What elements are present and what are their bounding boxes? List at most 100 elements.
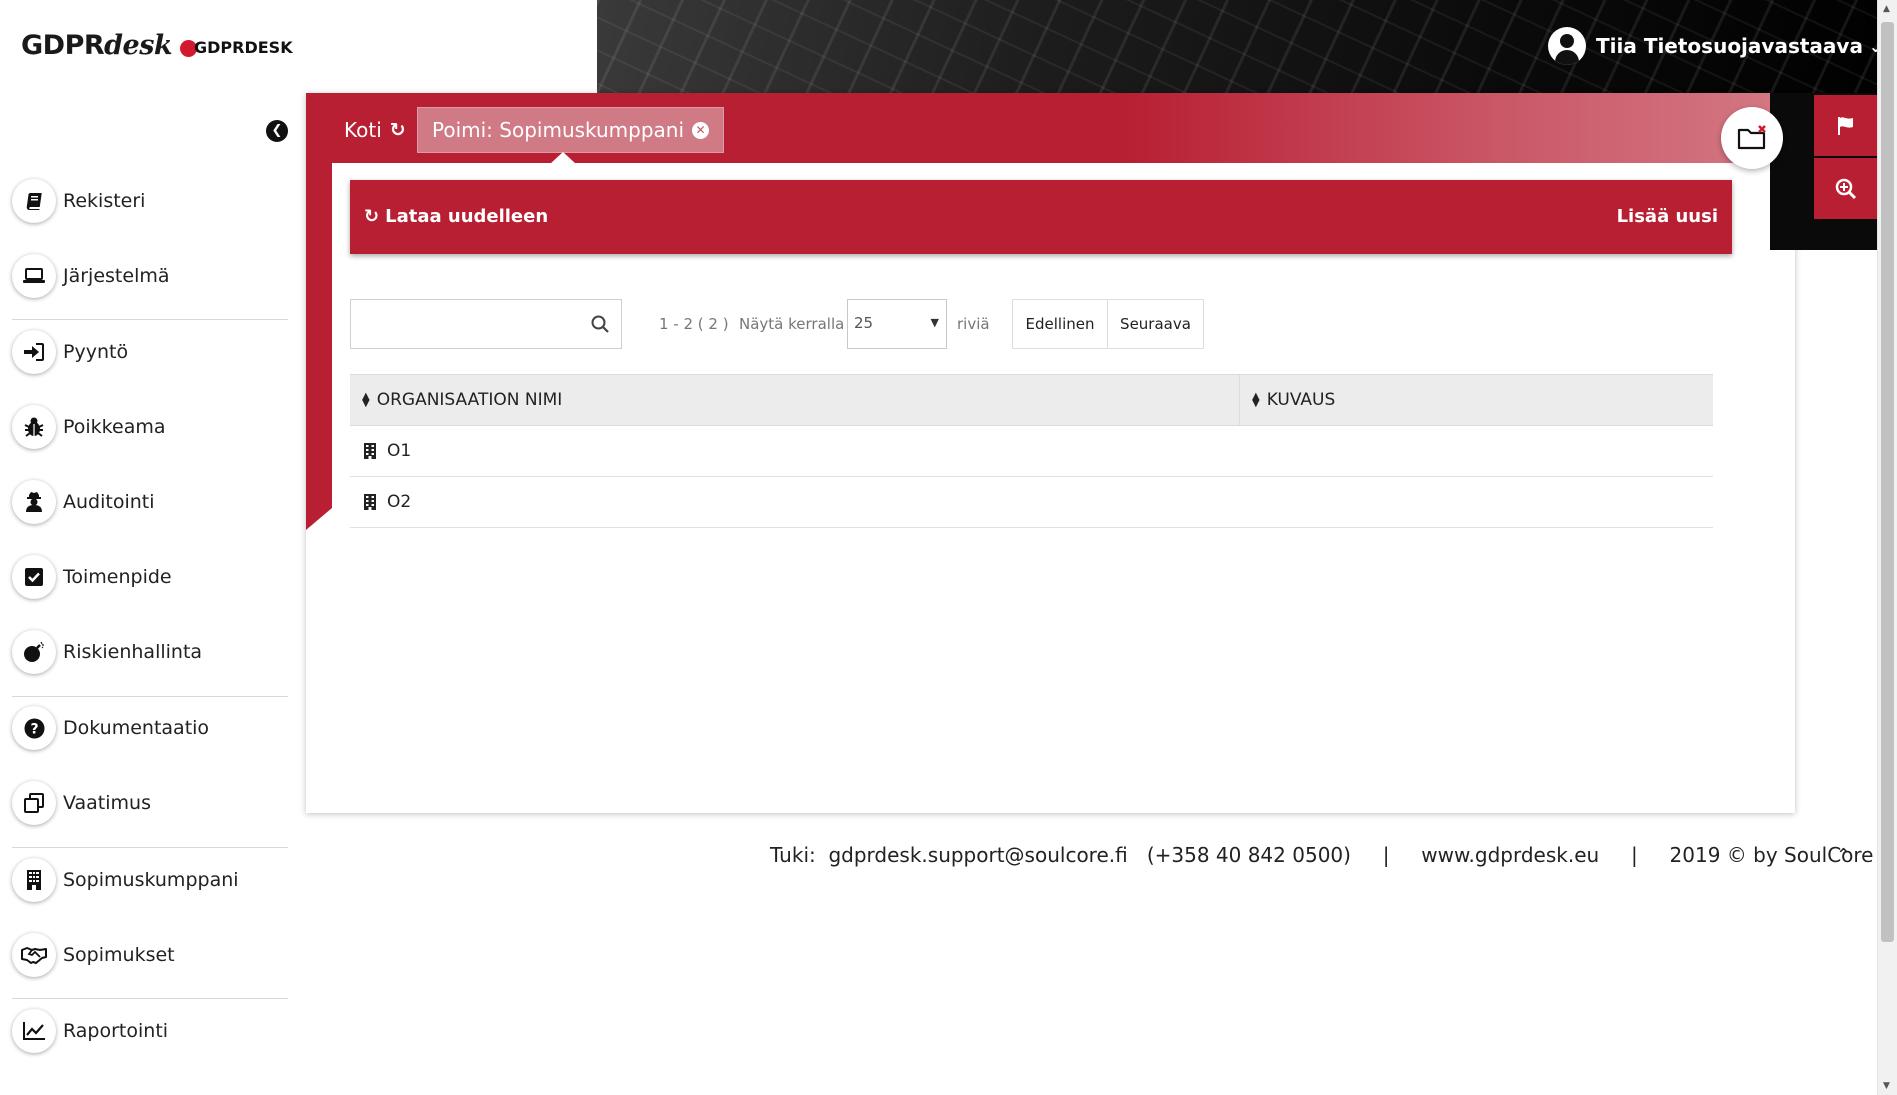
nav-divider [12, 696, 288, 697]
previous-page-button[interactable]: Edellinen [1012, 299, 1108, 349]
sort-icon: ▲ ▼ [362, 391, 370, 409]
sidebar-item-auditointi[interactable]: Auditointi [12, 477, 155, 527]
sidebar-item-pyynto[interactable]: Pyyntö [12, 327, 128, 377]
sidebar-item-label: Sopimuskumppani [63, 869, 239, 891]
rows-unit-label: riviä [957, 315, 990, 333]
check-square-icon [12, 555, 56, 599]
search-box [350, 299, 622, 349]
chevron-left-circle-icon[interactable]: ❮ [266, 120, 288, 142]
scrollbar-thumb[interactable] [1881, 22, 1894, 942]
refresh-icon[interactable]: ↻ [390, 119, 406, 141]
footer-support-phone: (+358 40 842 0500) [1146, 843, 1351, 867]
sidebar-item-label: Sopimukset [63, 944, 175, 966]
folder-icon [1737, 125, 1766, 150]
book-icon [12, 179, 56, 223]
sidebar-item-dokumentaatio[interactable]: ? Dokumentaatio [12, 703, 209, 753]
sidebar-item-rekisteri[interactable]: Rekisteri [12, 176, 145, 226]
column-header-description[interactable]: ▲ ▼ KUVAUS [1252, 375, 1335, 425]
footer-support-email[interactable]: gdprdesk.support@soulcore.fi [828, 843, 1127, 867]
result-range: 1 - 2 ( 2 ) [659, 315, 729, 333]
building-icon [364, 494, 376, 510]
sidebar-item-jarjestelma[interactable]: Järjestelmä [12, 251, 170, 301]
sidebar-item-label: Dokumentaatio [63, 717, 210, 739]
organisation-name-cell: O1 [387, 441, 412, 461]
rows-per-page-select[interactable]: 25 ▼ [847, 299, 947, 349]
user-secret-icon [12, 480, 56, 524]
column-header-label: KUVAUS [1266, 390, 1336, 410]
user-name: Tiia Tietosuojavastaava [1596, 34, 1863, 58]
sidebar-item-poikkeama[interactable]: Poikkeama [12, 402, 166, 452]
sidebar-item-sopimukset[interactable]: Sopimukset [12, 930, 175, 980]
zoom-button[interactable] [1814, 158, 1877, 219]
rows-per-page-label: Näytä kerralla [739, 315, 845, 333]
sidebar-item-riskienhallinta[interactable]: Riskienhallinta [12, 627, 202, 677]
breadcrumb-active-tab[interactable]: Poimi: Sopimuskumppani ✕ [417, 107, 725, 153]
sidebar-item-toimenpide[interactable]: Toimenpide [12, 552, 172, 602]
scroll-to-top-icon[interactable]: ⌃ [1836, 845, 1851, 866]
sidebar-item-sopimuskumppani[interactable]: Sopimuskumppani [12, 855, 239, 905]
reload-label: Lataa uudelleen [385, 206, 549, 227]
breadcrumb-caret [550, 152, 576, 164]
handshake-icon [12, 933, 56, 977]
sidebar-item-label: Pyyntö [63, 341, 129, 363]
user-avatar-icon [1548, 27, 1586, 65]
sidebar-item-label: Riskienhallinta [63, 641, 203, 663]
table-header: ▲ ▼ ORGANISAATION NIMI ▲ ▼ KUVAUS [350, 374, 1713, 426]
table-row[interactable]: O2 [350, 477, 1713, 528]
svg-text:?: ? [30, 721, 38, 737]
nav-divider [12, 847, 288, 848]
logo-main: GDPR [21, 30, 105, 61]
column-header-organisation-name[interactable]: ▲ ▼ ORGANISAATION NIMI [362, 375, 562, 425]
refresh-icon: ↻ [364, 206, 380, 227]
question-circle-icon: ? [12, 706, 56, 750]
reload-button[interactable]: ↻ Lataa uudelleen [364, 206, 548, 227]
sidebar-item-label: Auditointi [63, 491, 155, 513]
sidebar-item-label: Toimenpide [63, 566, 172, 588]
organisation-name-cell: O2 [387, 492, 412, 512]
footer-copyright: 2019 © by SoulCore Oy [1669, 843, 1897, 867]
sidebar-item-label: Rekisteri [63, 190, 146, 212]
column-divider [1239, 375, 1240, 425]
add-new-button[interactable]: Lisää uusi [1617, 206, 1718, 227]
sidebar-item-label: Poikkeama [63, 416, 166, 438]
search-input[interactable] [351, 300, 576, 346]
next-page-button[interactable]: Seuraava [1108, 299, 1204, 349]
breadcrumb-active-label: Poimi: Sopimuskumppani [432, 118, 685, 142]
flag-button[interactable] [1814, 95, 1877, 156]
close-icon[interactable]: ✕ [692, 121, 710, 139]
column-header-label: ORGANISAATION NIMI [376, 390, 563, 410]
folder-close-button[interactable] [1721, 107, 1783, 169]
sort-icon: ▲ ▼ [1252, 391, 1260, 409]
data-table: ▲ ▼ ORGANISAATION NIMI ▲ ▼ KUVAUS O1 O2 [350, 374, 1713, 528]
sidebar-item-raportointi[interactable]: Raportointi [12, 1006, 168, 1056]
brand-name: GDPRDESK [194, 38, 293, 57]
line-chart-icon [12, 1009, 56, 1053]
bug-icon [12, 405, 56, 449]
flag-icon [1837, 116, 1853, 135]
sidebar-item-vaatimus[interactable]: Vaatimus [12, 778, 151, 828]
action-bar: ↻ Lataa uudelleen Lisää uusi [350, 180, 1732, 254]
building-icon [12, 858, 56, 902]
scroll-up-icon[interactable]: ▲ [1883, 4, 1890, 14]
clone-icon [12, 781, 56, 825]
footer-website-link[interactable]: www.gdprdesk.eu [1421, 843, 1599, 867]
sidebar: GDPRdesk GDPRDESK ❮ Rekisteri Järjestelm… [0, 0, 297, 1095]
logo-italic: desk [104, 30, 173, 61]
caret-down-icon: ▼ [930, 316, 939, 329]
nav-divider [12, 319, 288, 320]
bomb-icon [12, 630, 56, 674]
building-icon [364, 443, 376, 459]
logo[interactable]: GDPRdesk [21, 30, 198, 61]
panel-accent [306, 163, 332, 530]
footer-support-label: Tuki: [770, 843, 816, 867]
footer-separator: | [1630, 843, 1638, 867]
footer: Tuki: gdprdesk.support@soulcore.fi (+358… [770, 843, 1897, 867]
laptop-icon [12, 254, 56, 298]
table-row[interactable]: O1 [350, 426, 1713, 477]
scroll-down-icon[interactable]: ▼ [1883, 1081, 1890, 1091]
search-icon[interactable] [591, 315, 609, 333]
user-menu[interactable]: Tiia Tietosuojavastaava ⌄ [1548, 27, 1882, 65]
footer-separator: | [1382, 843, 1390, 867]
breadcrumb-home[interactable]: Koti ↻ [344, 118, 406, 142]
page-scrollbar[interactable]: ▲ ▼ [1877, 0, 1897, 1095]
